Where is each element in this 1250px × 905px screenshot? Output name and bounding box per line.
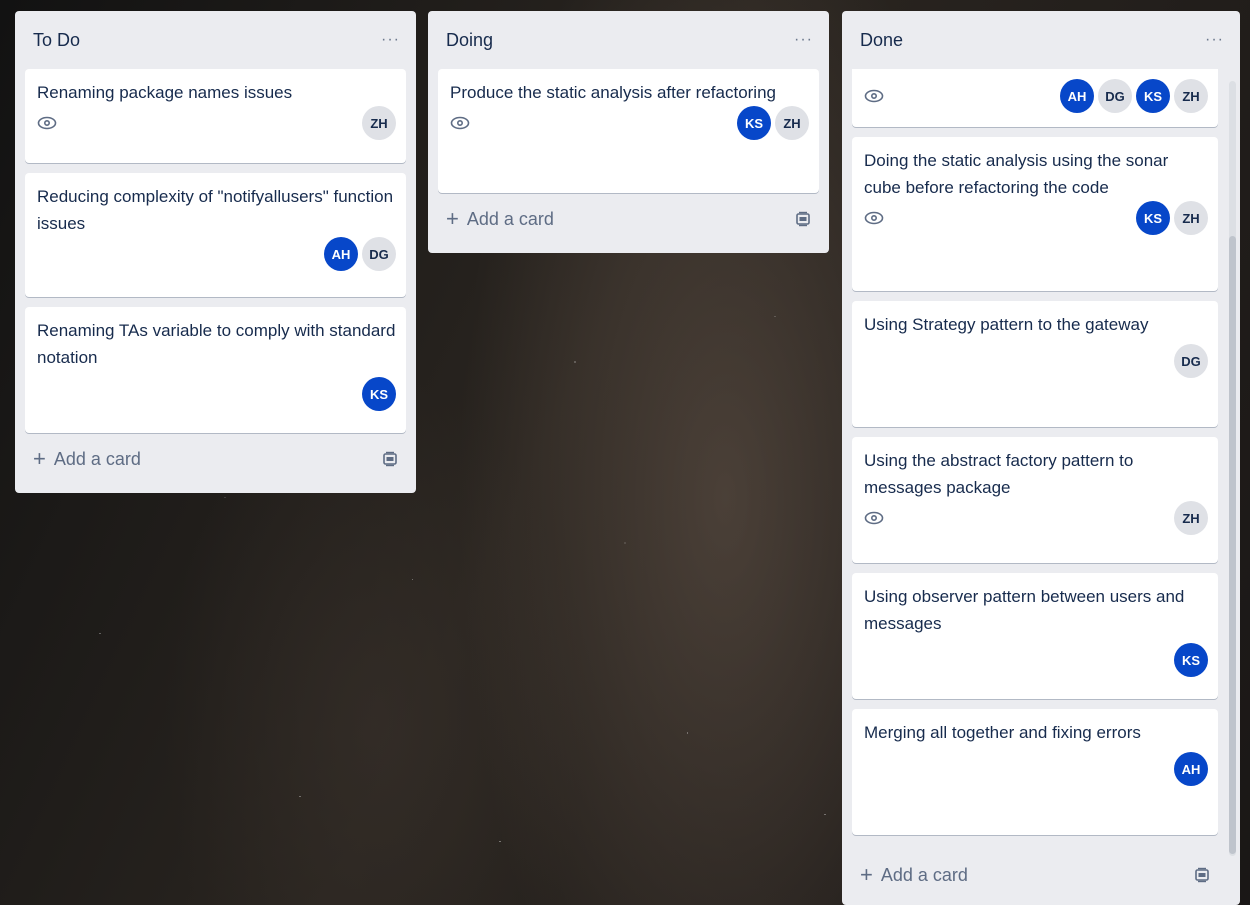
card[interactable]: Renaming package names issues ZH [25, 69, 406, 163]
card-scroll-area[interactable]: AH DG KS ZH Doing the static analysis us… [852, 69, 1218, 849]
card-title: Merging all together and fixing errors [864, 723, 1141, 742]
eye-icon [37, 116, 57, 130]
avatar[interactable]: DG [362, 237, 396, 271]
card-template-icon[interactable] [1194, 867, 1210, 883]
card-members: ZH [1174, 501, 1208, 535]
eye-icon [864, 89, 884, 103]
card-title: Produce the static analysis after refact… [450, 83, 776, 102]
avatar[interactable]: DG [1174, 344, 1208, 378]
card[interactable]: Doing the static analysis using the sona… [852, 137, 1218, 291]
card[interactable]: Merging all together and fixing errors A… [852, 709, 1218, 835]
card[interactable]: Produce the static analysis after refact… [438, 69, 819, 193]
list-header: Done ··· [852, 11, 1230, 69]
list-header: To Do ··· [25, 11, 406, 69]
avatar[interactable]: KS [1174, 643, 1208, 677]
plus-icon: + [33, 446, 46, 471]
add-card-label: Add a card [466, 208, 554, 229]
eye-icon [450, 116, 470, 130]
card-badges: ZH [864, 501, 1208, 535]
avatar[interactable]: ZH [775, 106, 809, 140]
card-badges: KS [864, 643, 1208, 677]
card-members: KS [362, 377, 396, 411]
card[interactable]: Reducing complexity of "notifyallusers" … [25, 173, 406, 297]
avatar[interactable]: KS [737, 106, 771, 140]
card-title: Using the abstract factory pattern to me… [864, 451, 1134, 497]
card-title: Doing the static analysis using the sona… [864, 151, 1169, 197]
card[interactable]: AH DG KS ZH [852, 69, 1218, 127]
list-doing: Doing ··· Produce the static analysis af… [428, 11, 829, 253]
card-list: AH DG KS ZH Doing the static analysis us… [852, 69, 1218, 835]
card-title: Using observer pattern between users and… [864, 587, 1185, 633]
add-card-row: + Add a card [852, 849, 1218, 901]
list-scrollbar[interactable] [1229, 81, 1236, 856]
card-members: KS ZH [1136, 201, 1208, 235]
avatar[interactable]: AH [324, 237, 358, 271]
avatar[interactable]: ZH [362, 106, 396, 140]
card[interactable]: Using observer pattern between users and… [852, 573, 1218, 699]
card-title: Using Strategy pattern to the gateway [864, 315, 1149, 334]
card-list: Renaming package names issues ZH Reducin… [25, 69, 406, 433]
card[interactable]: Using Strategy pattern to the gateway DG [852, 301, 1218, 427]
add-card-label: Add a card [880, 864, 968, 885]
card-members: KS [1174, 643, 1208, 677]
add-card-label: Add a card [53, 448, 141, 469]
avatar[interactable]: DG [1098, 79, 1132, 113]
card-badges: ZH [37, 106, 396, 140]
avatar[interactable]: ZH [1174, 79, 1208, 113]
card-list: Produce the static analysis after refact… [438, 69, 819, 193]
card-template-icon[interactable] [382, 451, 398, 467]
add-card-button[interactable]: + Add a card [446, 208, 554, 230]
card-title: Renaming package names issues [37, 83, 293, 102]
card-members: DG [1174, 344, 1208, 378]
list-menu-icon[interactable]: ··· [381, 32, 400, 48]
list-menu-icon[interactable]: ··· [794, 32, 813, 48]
card-badges: AH DG KS ZH [864, 79, 1208, 113]
card-title: Reducing complexity of "notifyallusers" … [37, 187, 394, 233]
avatar[interactable]: KS [362, 377, 396, 411]
list-done: Done ··· AH DG KS ZH Doing the static an… [842, 11, 1240, 905]
card-members: AH [1174, 752, 1208, 786]
list-todo: To Do ··· Renaming package names issues … [15, 11, 416, 493]
plus-icon: + [860, 862, 873, 887]
add-card-button[interactable]: + Add a card [860, 864, 968, 886]
add-card-row: + Add a card [438, 193, 819, 245]
card-badges: KS [37, 377, 396, 411]
card-members: AH DG [324, 237, 396, 271]
eye-icon [864, 511, 884, 525]
card-template-icon[interactable] [795, 211, 811, 227]
avatar[interactable]: KS [1136, 201, 1170, 235]
list-menu-icon[interactable]: ··· [1205, 32, 1224, 48]
card[interactable]: Renaming TAs variable to comply with sta… [25, 307, 406, 433]
list-title[interactable]: Done [860, 30, 903, 51]
scrollbar-thumb[interactable] [1229, 236, 1236, 854]
card[interactable]: Using the abstract factory pattern to me… [852, 437, 1218, 563]
list-header: Doing ··· [438, 11, 819, 69]
avatar[interactable]: ZH [1174, 201, 1208, 235]
list-title[interactable]: To Do [33, 30, 80, 51]
add-card-row: + Add a card [25, 433, 406, 485]
list-title[interactable]: Doing [446, 30, 493, 51]
avatar[interactable]: AH [1174, 752, 1208, 786]
card-badges: AH DG [37, 237, 396, 271]
avatar[interactable]: AH [1060, 79, 1094, 113]
card-badges: KS ZH [864, 201, 1208, 235]
avatar[interactable]: ZH [1174, 501, 1208, 535]
card-badges: KS ZH [450, 106, 809, 140]
eye-icon [864, 211, 884, 225]
add-card-button[interactable]: + Add a card [33, 448, 141, 470]
card-members: ZH [362, 106, 396, 140]
card-badges: DG [864, 344, 1208, 378]
card-title: Renaming TAs variable to comply with sta… [37, 321, 396, 367]
card-members: KS ZH [737, 106, 809, 140]
plus-icon: + [446, 206, 459, 231]
avatar[interactable]: KS [1136, 79, 1170, 113]
card-members: AH DG KS ZH [1060, 79, 1208, 113]
card-badges: AH [864, 752, 1208, 786]
